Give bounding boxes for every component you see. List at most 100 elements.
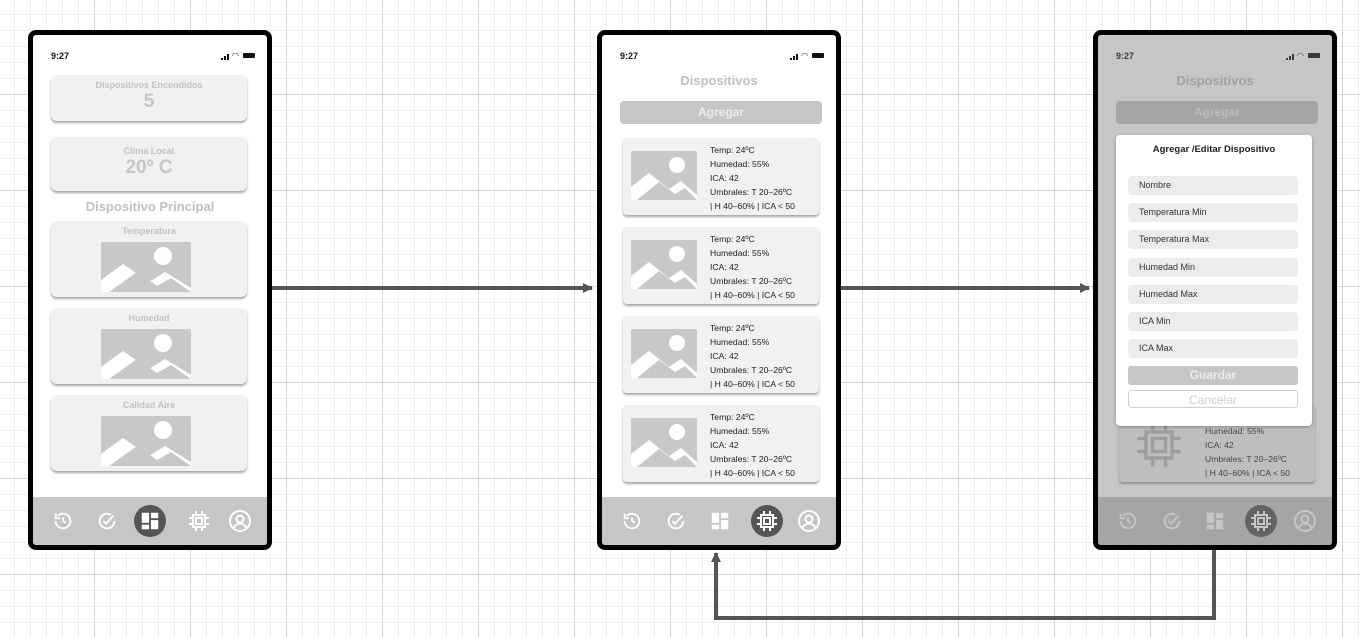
ica-max-label: ICA Max xyxy=(1139,343,1174,353)
weather-label: Clima Local xyxy=(123,146,175,156)
devices-on-value: 5 xyxy=(143,91,155,112)
nav-profile[interactable] xyxy=(224,505,256,537)
device-humidity: Humedad: 55% xyxy=(710,337,770,347)
device-temp: Temp: 24ºC xyxy=(710,323,755,333)
name-field[interactable]: Nombre xyxy=(1128,176,1298,195)
device-thresholds: Umbrales: T 20–26ºC xyxy=(710,187,793,197)
device-humidity: Humedad: 55% xyxy=(710,426,770,436)
weather-card[interactable]: Clima Local 20º C xyxy=(51,137,247,191)
nav-profile[interactable] xyxy=(793,505,825,537)
device-thresholds: Umbrales: T 20–26ºC xyxy=(710,276,793,286)
bottom-nav xyxy=(602,497,836,545)
main-device-title: Dispositivo Principal xyxy=(85,199,215,214)
image-placeholder-icon xyxy=(631,151,697,200)
temperature-min-field[interactable]: Temperatura Min xyxy=(1128,203,1298,222)
temperature-min-label: Temperatura Min xyxy=(1139,207,1207,217)
status-bar: 9:27 ◠ xyxy=(33,35,267,61)
status-time: 9:27 xyxy=(620,51,639,61)
signal-icon xyxy=(790,51,799,61)
signal-icon xyxy=(221,51,230,61)
device-card[interactable]: Temp: 24ºC Humedad: 55% ICA: 42 Umbrales… xyxy=(623,405,819,482)
image-placeholder-icon xyxy=(101,242,191,292)
nav-checks[interactable] xyxy=(660,505,692,537)
check-circle-icon xyxy=(98,512,116,530)
add-device-button[interactable]: Agregar xyxy=(620,101,822,124)
device-ica: ICA: 42 xyxy=(710,351,739,361)
nav-dashboard[interactable] xyxy=(134,505,166,537)
ica-max-field[interactable]: ICA Max xyxy=(1128,339,1298,358)
device-thresholds-cont: | H 40–60% | ICA < 50 xyxy=(710,290,795,300)
temperature-max-label: Temperatura Max xyxy=(1139,234,1210,244)
nav-checks[interactable] xyxy=(91,505,123,537)
device-card[interactable]: Temp: 24ºC Humedad: 55% ICA: 42 Umbrales… xyxy=(623,227,819,304)
ica-min-field[interactable]: ICA Min xyxy=(1128,312,1298,331)
wifi-icon: ◠ xyxy=(801,51,809,61)
status-bar: 9:27 ◠ xyxy=(602,35,836,61)
humidity-card-label: Humedad xyxy=(128,313,170,323)
save-button[interactable]: Guardar xyxy=(1128,366,1298,385)
device-humidity: Humedad: 55% xyxy=(710,248,770,258)
battery-icon xyxy=(812,53,824,59)
image-placeholder-icon xyxy=(101,416,191,466)
history-icon xyxy=(623,512,641,530)
chip-icon xyxy=(757,511,777,531)
humidity-max-field[interactable]: Humedad Max xyxy=(1128,285,1298,304)
device-ica: ICA: 42 xyxy=(710,440,739,450)
check-circle-icon xyxy=(667,512,685,530)
device-humidity: Humedad: 55% xyxy=(710,159,770,169)
modal-title: Agregar /Editar Dispositivo xyxy=(1152,144,1276,155)
history-icon xyxy=(54,512,72,530)
user-icon xyxy=(798,510,820,532)
device-thresholds-cont: | H 40–60% | ICA < 50 xyxy=(710,201,795,211)
devices-title: Dispositivos xyxy=(680,73,758,88)
device-thresholds: Umbrales: T 20–26ºC xyxy=(710,454,793,464)
device-ica: ICA: 42 xyxy=(710,262,739,272)
image-placeholder-icon xyxy=(631,240,697,289)
temperature-max-field[interactable]: Temperatura Max xyxy=(1128,230,1298,249)
temperature-card-label: Temperatura xyxy=(122,226,176,236)
user-icon xyxy=(229,510,251,532)
air-quality-card[interactable]: Calidad Aire xyxy=(51,395,247,471)
phone-device-form: 9:27 ◠ Dispositivos Agregar Humedad: 55%… xyxy=(1093,30,1337,550)
status-time: 9:27 xyxy=(51,51,70,61)
humidity-min-field[interactable]: Humedad Min xyxy=(1128,258,1298,277)
nav-dashboard[interactable] xyxy=(704,505,736,537)
dashboard-icon xyxy=(711,512,729,530)
device-form-modal: Agregar /Editar Dispositivo Nombre Tempe… xyxy=(1116,135,1312,426)
phone-dashboard: 9:27 ◠ Dispositivos Encendidos 5 Clima L… xyxy=(28,30,272,550)
temperature-card[interactable]: Temperatura xyxy=(51,221,247,297)
device-temp: Temp: 24ºC xyxy=(710,145,755,155)
chip-icon xyxy=(189,511,209,531)
devices-on-card[interactable]: Dispositivos Encendidos 5 xyxy=(51,75,247,121)
name-field-label: Nombre xyxy=(1139,180,1172,190)
image-placeholder-icon xyxy=(101,329,191,379)
air-quality-card-label: Calidad Aire xyxy=(122,400,176,410)
nav-devices[interactable] xyxy=(751,505,783,537)
device-temp: Temp: 24ºC xyxy=(710,234,755,244)
humidity-min-label: Humedad Min xyxy=(1139,262,1196,272)
dashboard-icon xyxy=(141,512,159,530)
device-thresholds: Umbrales: T 20–26ºC xyxy=(710,365,793,375)
bottom-nav xyxy=(33,497,267,545)
device-card[interactable]: Temp: 24ºC Humedad: 55% ICA: 42 Umbrales… xyxy=(623,138,819,215)
cancel-button[interactable]: Cancelar xyxy=(1128,390,1298,408)
humidity-max-label: Humedad Max xyxy=(1139,289,1198,299)
device-thresholds-cont: | H 40–60% | ICA < 50 xyxy=(710,468,795,478)
phone-devices: 9:27 ◠ Dispositivos Agregar Temp: 24ºC H… xyxy=(597,30,841,550)
image-placeholder-icon xyxy=(631,418,697,467)
battery-icon xyxy=(243,53,255,59)
wifi-icon: ◠ xyxy=(232,51,240,61)
ica-min-label: ICA Min xyxy=(1139,316,1171,326)
nav-history[interactable] xyxy=(616,505,648,537)
device-temp: Temp: 24ºC xyxy=(710,412,755,422)
image-placeholder-icon xyxy=(631,329,697,378)
devices-on-label: Dispositivos Encendidos xyxy=(95,80,203,90)
weather-value: 20º C xyxy=(125,157,173,178)
device-thresholds-cont: | H 40–60% | ICA < 50 xyxy=(710,379,795,389)
humidity-card[interactable]: Humedad xyxy=(51,308,247,384)
nav-devices[interactable] xyxy=(183,505,215,537)
arrow-screen3-back-to-screen2 xyxy=(711,546,1216,620)
device-ica: ICA: 42 xyxy=(710,173,739,183)
device-card[interactable]: Temp: 24ºC Humedad: 55% ICA: 42 Umbrales… xyxy=(623,316,819,393)
nav-history[interactable] xyxy=(47,505,79,537)
